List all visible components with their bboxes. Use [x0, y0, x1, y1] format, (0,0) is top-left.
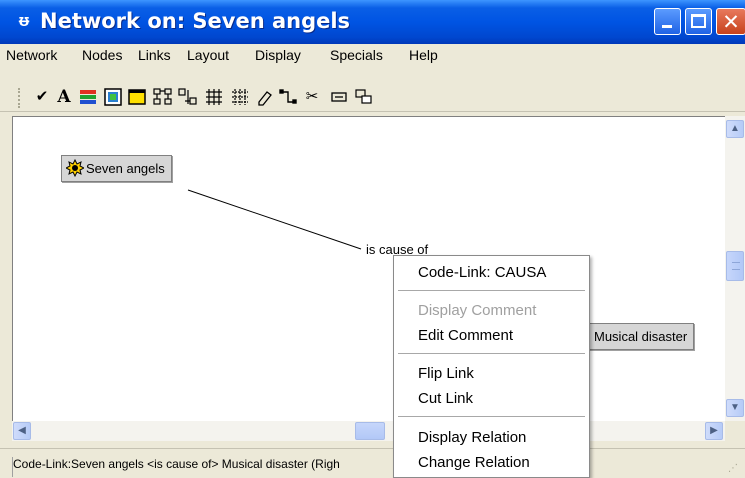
scroll-up-button[interactable]: ▲	[726, 120, 744, 138]
eraser-icon[interactable]	[256, 88, 274, 106]
check-icon[interactable]: ✔	[33, 88, 51, 106]
node-musical-disaster[interactable]: Musical disaster	[587, 323, 695, 350]
minimize-button[interactable]	[654, 8, 681, 35]
node-color-icon[interactable]	[104, 88, 122, 106]
close-icon: ✕	[722, 10, 740, 34]
color-bars-icon[interactable]	[79, 88, 97, 106]
status-bar: Code-Link:Seven angels <is cause of> Mus…	[0, 448, 745, 478]
title-bar[interactable]: ᵿ Network on: Seven angels ✕	[0, 0, 745, 44]
connector-icon[interactable]	[279, 88, 297, 106]
menu-item-change-relation[interactable]: Change Relation	[418, 454, 530, 471]
close-button[interactable]: ✕	[716, 8, 745, 35]
copy-nodes-icon[interactable]	[355, 88, 373, 106]
layout-arrange-icon[interactable]	[178, 88, 197, 106]
menu-item-flip-link[interactable]: Flip Link	[418, 365, 474, 382]
network-window: ᵿ Network on: Seven angels ✕ Network Nod…	[0, 0, 745, 478]
menu-nodes[interactable]: Nodes	[82, 47, 122, 63]
menu-display[interactable]: Display	[255, 47, 301, 63]
thumb-grip-icon	[732, 262, 740, 270]
vertical-scroll-thumb[interactable]	[726, 251, 744, 281]
horizontal-scroll-thumb[interactable]	[355, 422, 385, 440]
node-label: Musical disaster	[594, 329, 688, 344]
toolbar-grip[interactable]	[18, 88, 21, 108]
scroll-left-button[interactable]: ◀	[13, 422, 31, 440]
window-title: Network on: Seven angels	[40, 9, 351, 33]
menu-item-display-relation[interactable]: Display Relation	[418, 429, 526, 446]
menu-bar: Network Nodes Links Layout Display Speci…	[0, 44, 745, 66]
minimize-icon	[662, 25, 672, 28]
menu-separator	[398, 290, 585, 291]
code-node-icon	[64, 158, 86, 178]
maximize-button[interactable]	[685, 8, 712, 35]
network-app-icon: ᵿ	[18, 11, 30, 30]
menu-separator	[398, 416, 585, 417]
menu-specials[interactable]: Specials	[330, 47, 383, 63]
horizontal-scrollbar[interactable]: ◀ ▶	[12, 421, 725, 441]
network-canvas[interactable]: Seven angels is cause of Musical disaste…	[12, 116, 725, 421]
menu-item-code-link[interactable]: Code-Link: CAUSA	[418, 264, 546, 281]
menu-help[interactable]: Help	[409, 47, 438, 63]
comment-icon[interactable]	[330, 88, 348, 106]
network-grid-icon[interactable]	[204, 88, 222, 106]
rectangle-icon[interactable]	[128, 88, 146, 106]
resize-grip-icon[interactable]: ⋰	[728, 463, 740, 475]
menu-item-display-comment: Display Comment	[418, 302, 537, 319]
status-text: Code-Link:Seven angels <is cause of> Mus…	[12, 457, 398, 477]
node-label: Seven angels	[86, 161, 165, 176]
menu-item-cut-link[interactable]: Cut Link	[418, 390, 473, 407]
scroll-right-button[interactable]: ▶	[705, 422, 723, 440]
network-dotted-icon[interactable]	[230, 88, 248, 106]
font-icon[interactable]: A	[55, 88, 73, 106]
menu-layout[interactable]: Layout	[187, 47, 229, 63]
node-seven-angels[interactable]: Seven angels	[61, 155, 172, 182]
menu-network[interactable]: Network	[6, 47, 57, 63]
cut-icon[interactable]: ✂	[303, 88, 321, 106]
layout-tree-icon[interactable]	[153, 88, 172, 106]
link-context-menu: Code-Link: CAUSA Display Comment Edit Co…	[393, 255, 590, 478]
vertical-scrollbar[interactable]: ▲ ▼	[725, 116, 745, 421]
toolbar: ✔ A ✂	[0, 66, 745, 112]
scrollbar-corner	[725, 421, 745, 441]
menu-links[interactable]: Links	[138, 47, 171, 63]
maximize-icon	[691, 14, 706, 28]
menu-item-edit-comment[interactable]: Edit Comment	[418, 327, 513, 344]
scroll-down-button[interactable]: ▼	[726, 399, 744, 417]
menu-separator	[398, 353, 585, 354]
